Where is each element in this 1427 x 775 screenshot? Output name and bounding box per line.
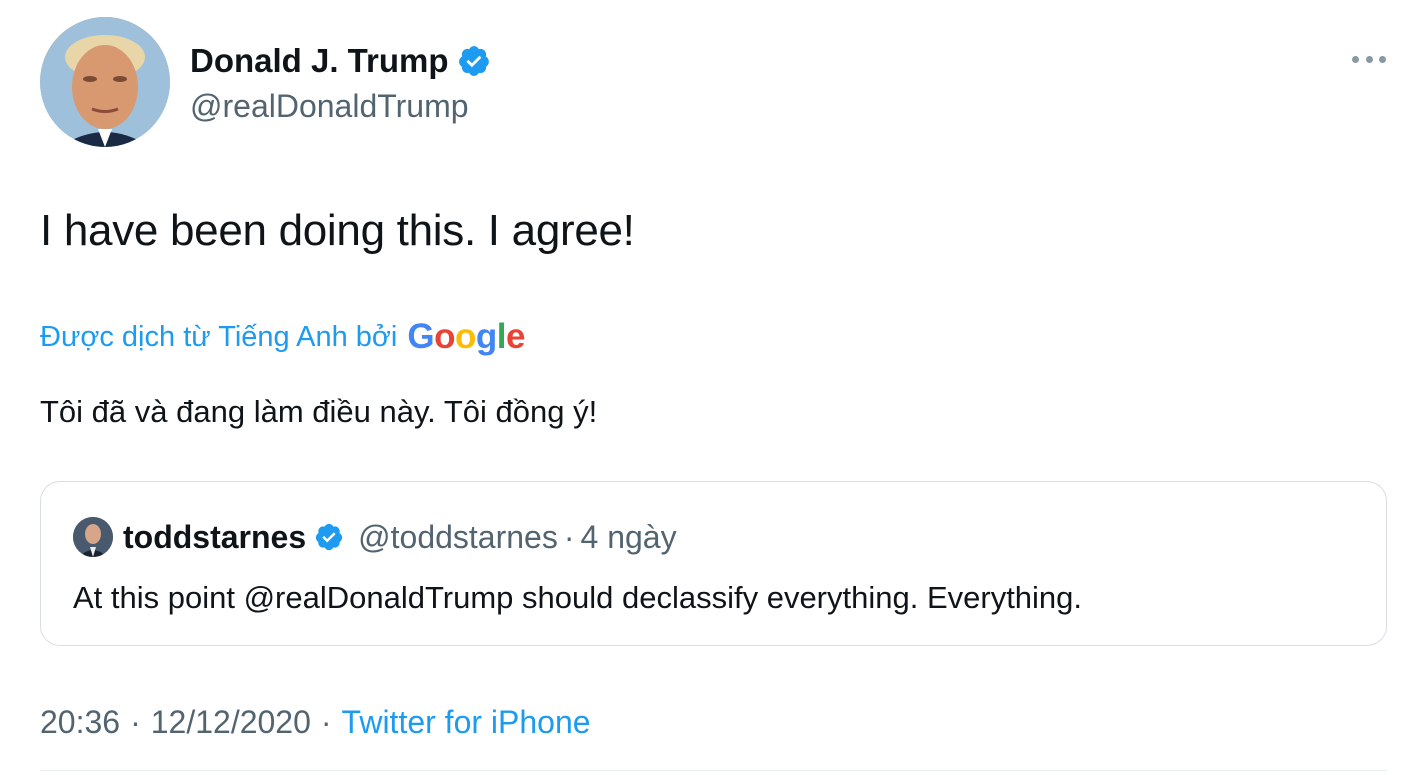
dot	[1365, 55, 1373, 63]
verified-badge-icon	[316, 523, 343, 551]
separator-dot: ·	[320, 703, 332, 740]
quoted-tweet-header: toddstarnes @toddstarnes · 4 ngày	[73, 517, 677, 557]
translation-attribution: Được dịch từ Tiếng Anh bởi Google	[40, 316, 525, 358]
verified-badge-icon	[458, 46, 489, 76]
quoted-author-avatar	[73, 517, 113, 557]
separator-dot: ·	[563, 518, 575, 555]
separator-dot: ·	[130, 703, 141, 740]
quoted-author-name: toddstarnes	[123, 518, 307, 555]
tweet-metadata: 20:36 · 12/12/2020 · Twitter for iPhone	[40, 701, 591, 743]
google-logo: Google	[407, 317, 525, 356]
dot	[1352, 55, 1359, 63]
tweet-text: I have been doing this. I agree!	[40, 206, 635, 255]
tweet-date[interactable]: 12/12/2020	[151, 704, 311, 741]
quoted-tweet-text: At this point @realDonaldTrump should de…	[73, 580, 1083, 615]
author-name-row[interactable]: Donald J. Trump	[190, 40, 491, 82]
quoted-tweet-card[interactable]: toddstarnes @toddstarnes · 4 ngày At thi…	[40, 481, 1387, 646]
more-options-icon[interactable]	[1352, 50, 1386, 68]
translation-label[interactable]: Được dịch từ Tiếng Anh bởi	[40, 321, 397, 354]
author-avatar[interactable]	[40, 17, 170, 147]
quoted-tweet-time: 4 ngày	[580, 518, 677, 555]
dot	[1379, 55, 1386, 63]
author-handle[interactable]: @realDonaldTrump	[190, 88, 469, 125]
translated-text: Tôi đã và đang làm điều này. Tôi đồng ý!	[40, 394, 598, 429]
tweet-time[interactable]: 20:36	[40, 704, 120, 741]
author-display-name[interactable]: Donald J. Trump	[190, 42, 449, 80]
tweet: Donald J. Trump @realDonaldTrump I have …	[0, 0, 1427, 775]
divider	[40, 770, 1387, 771]
quoted-author-handle: @toddstarnes	[358, 518, 558, 555]
tweet-source-link[interactable]: Twitter for iPhone	[342, 704, 591, 741]
